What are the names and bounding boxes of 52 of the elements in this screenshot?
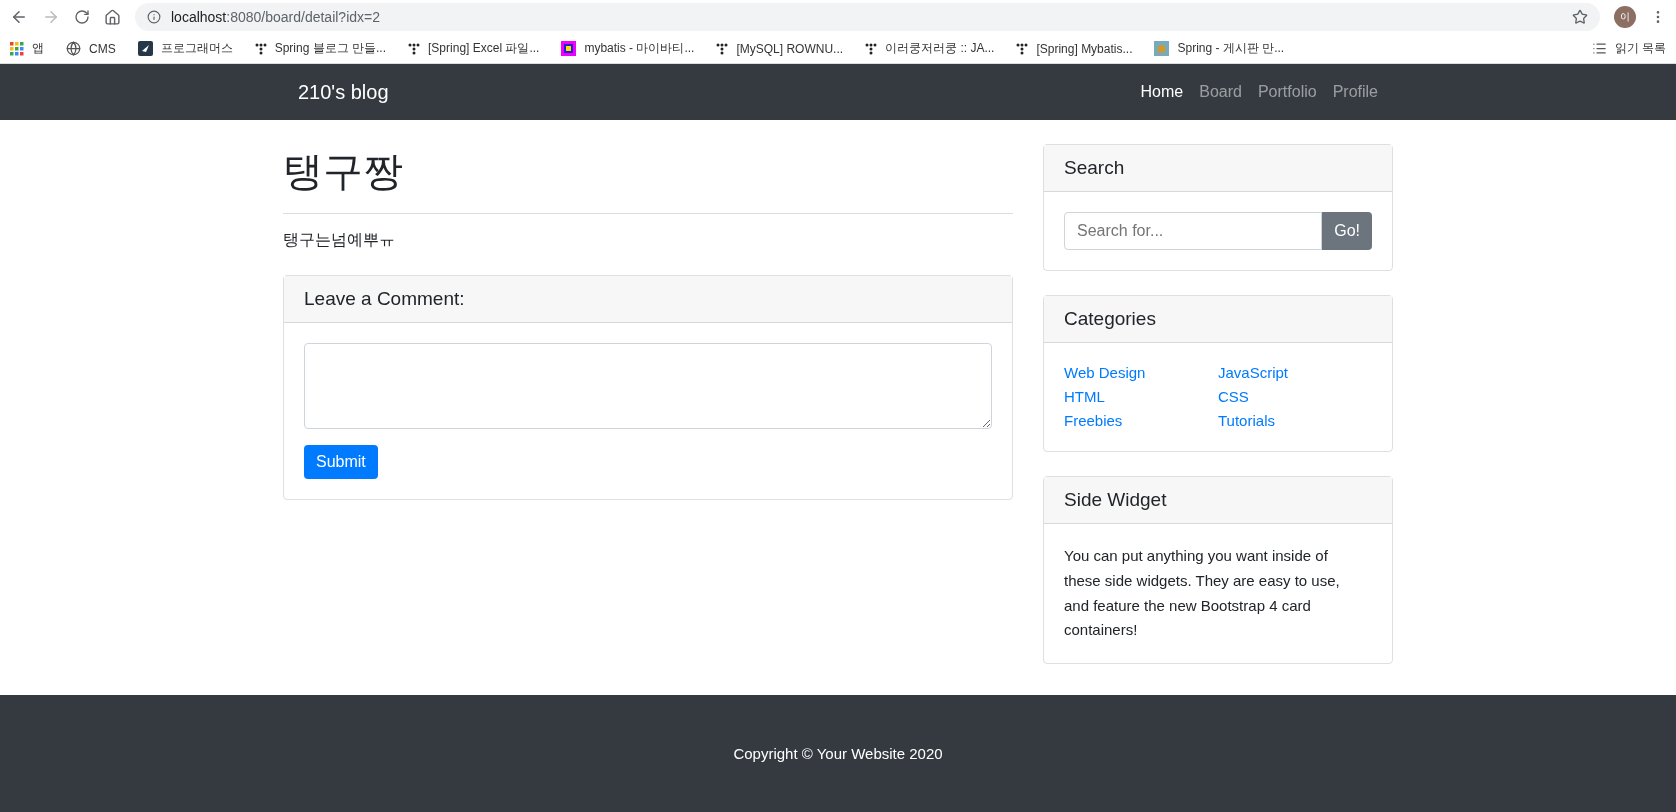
- bookmark-item[interactable]: CMS: [66, 41, 116, 56]
- bookmark-item[interactable]: [MySQL] ROWNU...: [716, 41, 844, 56]
- reload-icon[interactable]: [74, 9, 90, 25]
- image-thumbnail-icon: [1154, 41, 1170, 56]
- nav-link[interactable]: Home: [1140, 83, 1184, 101]
- search-field[interactable]: Search for...: [1064, 212, 1323, 250]
- dots-icon: [1016, 42, 1029, 55]
- bookmark-item[interactable]: mybatis - 마이바티...: [561, 40, 695, 57]
- bookmark-item[interactable]: Spring - 게시판 만...: [1154, 40, 1285, 57]
- address-bar[interactable]: localhost:8080/board/detail?idx=2: [135, 3, 1600, 31]
- widget-text: You can put anything you want inside of these side widgets. They are easy to use, and feature the new Bootstrap 4 card containers!: [1064, 546, 1341, 641]
- card-heading: Side Widget: [1044, 477, 1392, 524]
- nav-link[interactable]: Board: [1199, 83, 1242, 101]
- globe-icon: [66, 41, 81, 56]
- category-link[interactable]: Web Design: [1064, 361, 1218, 385]
- category-link[interactable]: Tutorials: [1218, 409, 1372, 433]
- colorful-square-icon: [561, 41, 577, 56]
- brand-link[interactable]: 210's blog: [298, 80, 389, 104]
- card-heading: Categories: [1044, 296, 1392, 343]
- category-link[interactable]: CSS: [1218, 385, 1372, 409]
- profile-avatar[interactable]: 이: [1614, 6, 1636, 28]
- nav-link[interactable]: Profile: [1332, 83, 1378, 101]
- apps-grid-icon: [10, 41, 24, 56]
- category-link[interactable]: Freebies: [1064, 409, 1218, 433]
- card-heading: Search: [1044, 145, 1392, 192]
- bookmark-item[interactable]: 이러쿵저러쿵 :: JA...: [865, 40, 995, 57]
- bookmark-item[interactable]: 앱: [10, 40, 44, 57]
- home-icon[interactable]: [104, 8, 121, 26]
- bookmark-item[interactable]: Spring 블로그 만들...: [254, 40, 387, 57]
- dots-icon: [716, 42, 729, 55]
- category-link[interactable]: JavaScript: [1218, 361, 1372, 385]
- post-body: 탱구는넘예뿌ㅠ: [283, 230, 396, 251]
- bookmark-item[interactable]: [Spring] Excel 파일...: [408, 40, 540, 57]
- url-text: localhost:8080/board/detail?idx=2: [171, 9, 380, 25]
- nav-link[interactable]: Portfolio: [1257, 83, 1317, 101]
- submit-button[interactable]: Submit: [304, 445, 378, 479]
- back-icon[interactable]: [10, 8, 28, 26]
- bookmark-item[interactable]: 프로그래머스: [137, 40, 233, 57]
- comment-field[interactable]: [304, 343, 992, 429]
- dots-icon: [254, 42, 267, 55]
- info-icon: [147, 10, 161, 24]
- reading-list-button[interactable]: 읽기 목록: [1591, 40, 1666, 57]
- list-icon: [1591, 41, 1607, 56]
- card-heading: Leave a Comment:: [284, 276, 1012, 323]
- copyright-text: Copyright © Your Website 2020: [733, 745, 943, 762]
- bookmark-item[interactable]: [Spring] Mybatis...: [1016, 41, 1133, 56]
- dots-icon: [865, 42, 878, 55]
- dots-icon: [408, 42, 421, 55]
- category-link[interactable]: HTML: [1064, 385, 1218, 409]
- post-title: 탱구짱: [283, 144, 1013, 214]
- star-icon[interactable]: [1572, 9, 1588, 25]
- go-button[interactable]: Go!: [1322, 212, 1372, 250]
